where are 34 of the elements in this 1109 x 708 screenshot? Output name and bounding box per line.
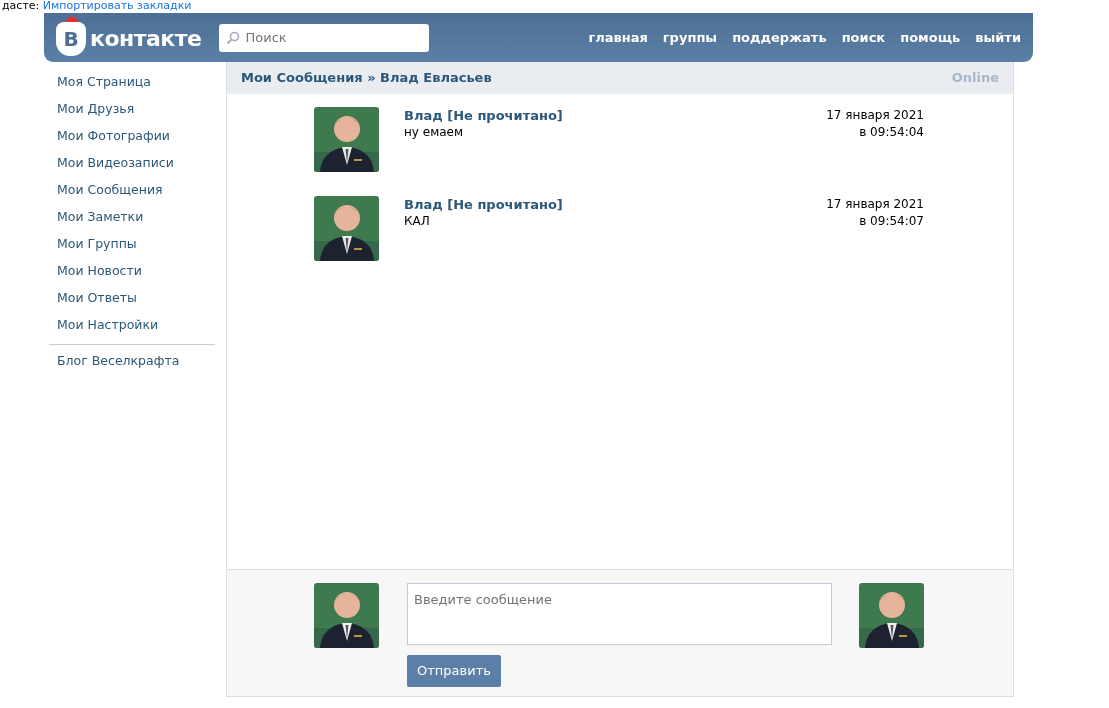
message-input[interactable]: Введите сообщение: [407, 583, 832, 645]
logo-letter[interactable]: В: [56, 21, 86, 56]
sidebar-item[interactable]: Мои Друзья: [49, 101, 221, 128]
sidebar-item[interactable]: Моя Страница: [49, 74, 221, 101]
sidebar-item[interactable]: Мои Новости: [49, 263, 221, 290]
sidebar-item[interactable]: Мои Заметки: [49, 209, 221, 236]
sidebar-item[interactable]: Мои Настройки: [49, 317, 221, 344]
sidebar-item[interactable]: Мои Сообщения: [49, 182, 221, 209]
import-bookmarks-link[interactable]: Импортировать закладки: [42, 0, 192, 12]
logo-text[interactable]: контакте: [90, 22, 202, 55]
message-text: КАЛ: [404, 213, 431, 230]
message-author[interactable]: Влад [Не прочитано]: [404, 196, 563, 213]
sidebar-item[interactable]: Мои Группы: [49, 236, 221, 263]
message-time: в 09:54:04: [858, 124, 924, 141]
nav-link[interactable]: главная: [588, 27, 648, 48]
message-author[interactable]: Влад [Не прочитано]: [404, 107, 563, 124]
nav-link[interactable]: выйти: [975, 27, 1021, 48]
sidebar-item[interactable]: Блог Веселкрафта: [49, 353, 221, 380]
nav-link[interactable]: группы: [662, 27, 718, 48]
search-field[interactable]: Поиск: [219, 23, 430, 52]
online-status: Online: [951, 69, 999, 88]
message-text: ну емаем: [404, 124, 464, 141]
nav-link[interactable]: поддержать: [732, 27, 827, 48]
message-date: 17 января 2021: [826, 107, 924, 124]
sidebar-item[interactable]: Мои Видеозаписи: [49, 155, 221, 182]
message-time: в 09:54:07: [858, 213, 924, 230]
message-date: 17 января 2021: [826, 196, 924, 213]
sidebar-item[interactable]: Мои Фотографии: [49, 128, 221, 155]
send-button[interactable]: Отправить: [407, 655, 501, 687]
nav-link[interactable]: поиск: [841, 27, 886, 48]
page-title: Мои Сообщения » Влад Евласьев: [241, 69, 492, 88]
browser-bar-text: дасте:: [2, 0, 40, 12]
nav-link[interactable]: помощь: [900, 27, 961, 48]
sidebar-item[interactable]: Мои Ответы: [49, 290, 221, 317]
